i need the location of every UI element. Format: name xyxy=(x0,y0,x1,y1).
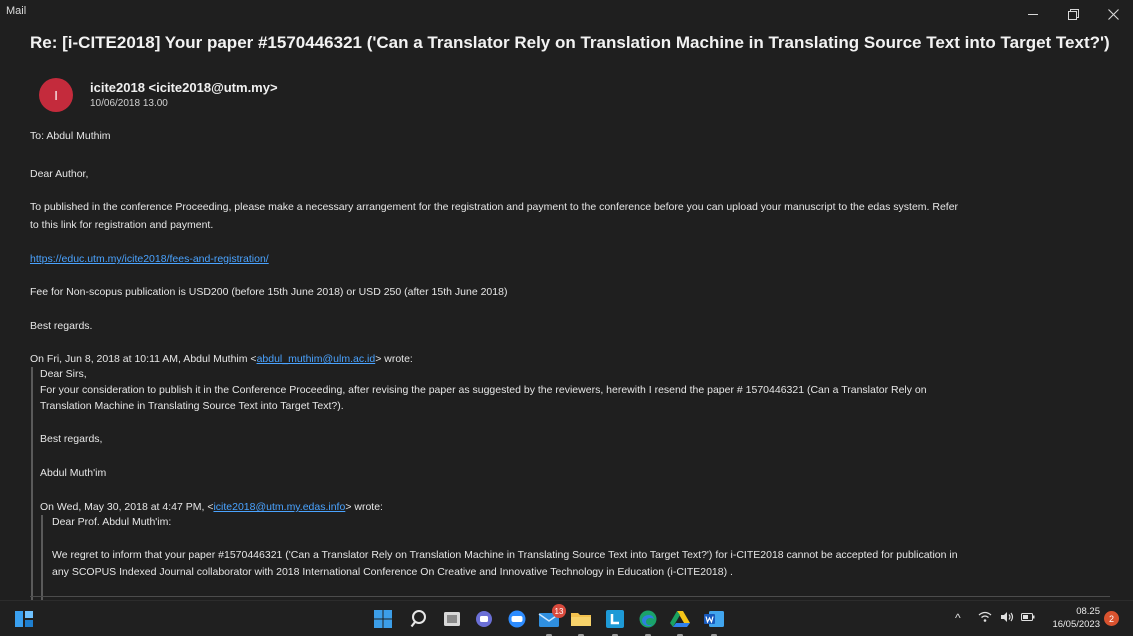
edge-icon xyxy=(639,610,657,628)
word-icon xyxy=(704,611,724,627)
quote-salutation: Dear Sirs, xyxy=(40,368,87,380)
chevron-up-icon[interactable]: ^ xyxy=(955,611,961,625)
restore-button[interactable] xyxy=(1053,0,1093,28)
zoom-button[interactable] xyxy=(505,607,529,631)
closing-line: Best regards. xyxy=(30,320,93,332)
chat-icon xyxy=(476,611,492,627)
battery-icon[interactable] xyxy=(1021,611,1035,626)
task-view-button[interactable] xyxy=(440,607,464,631)
minimize-button[interactable] xyxy=(1013,0,1053,28)
avatar[interactable]: I xyxy=(39,78,73,112)
quote-body-line: We regret to inform that your paper #157… xyxy=(52,549,958,561)
sender-name[interactable]: icite2018 <icite2018@utm.my> xyxy=(90,80,278,95)
word-button[interactable] xyxy=(702,607,726,636)
mail-badge: 13 xyxy=(552,604,566,618)
quote-body-line: Translation Machine in Translating Sourc… xyxy=(40,400,344,412)
restore-icon xyxy=(1067,8,1079,20)
sent-date: 10/06/2018 13.00 xyxy=(90,98,168,109)
start-button[interactable] xyxy=(371,607,395,631)
taskbar: 13 ^ xyxy=(0,600,1133,636)
widgets-button[interactable] xyxy=(12,607,36,631)
l-app-icon xyxy=(606,610,624,628)
quote-header-prefix: On Wed, May 30, 2018 at 4:47 PM, < xyxy=(40,501,214,513)
widgets-icon xyxy=(15,611,33,627)
taskbar-clock[interactable]: 08.25 16/05/2023 xyxy=(1050,605,1100,631)
quote-header: On Wed, May 30, 2018 at 4:47 PM, <icite2… xyxy=(40,501,383,513)
l-app-button[interactable] xyxy=(603,607,627,636)
body-paragraph-line: To published in the conference Proceedin… xyxy=(30,201,959,213)
quote-body-line: For your consideration to publish it in … xyxy=(40,384,927,396)
mail-button[interactable]: 13 xyxy=(537,604,566,636)
notification-badge[interactable]: 2 xyxy=(1104,611,1119,626)
clock-date: 16/05/2023 xyxy=(1052,619,1100,630)
zoom-icon xyxy=(508,610,526,628)
registration-link[interactable]: https://educ.utm.my/icite2018/fees-and-r… xyxy=(30,253,269,265)
quote-header: On Fri, Jun 8, 2018 at 10:11 AM, Abdul M… xyxy=(30,353,413,365)
quote-header-suffix: > wrote: xyxy=(345,501,383,513)
quote-signature: Abdul Muth'im xyxy=(40,467,107,479)
search-icon xyxy=(410,610,426,628)
wifi-icon[interactable] xyxy=(978,611,992,626)
volume-icon[interactable] xyxy=(1000,611,1014,626)
task-view-icon xyxy=(444,612,460,626)
search-button[interactable] xyxy=(408,607,432,631)
greeting: Dear Author, xyxy=(30,168,89,180)
fee-line: Fee for Non-scopus publication is USD200… xyxy=(30,286,508,298)
start-icon xyxy=(374,610,392,628)
content-divider xyxy=(30,596,1110,597)
quote-header-suffix: > wrote: xyxy=(375,353,413,365)
clock-time: 08.25 xyxy=(1076,606,1100,617)
quote-body-line: any SCOPUS Indexed Journal collaborator … xyxy=(52,566,733,578)
quote-bar xyxy=(41,515,43,600)
quote-bar xyxy=(31,367,33,600)
edge-button[interactable] xyxy=(636,607,660,636)
title-bar: Mail xyxy=(0,0,1133,28)
email-subject: Re: [i-CITE2018] Your paper #1570446321 … xyxy=(30,33,1110,52)
quote-salutation: Dear Prof. Abdul Muth'im: xyxy=(52,516,172,528)
file-explorer-icon xyxy=(571,613,591,626)
body-paragraph-line: to this link for registration and paymen… xyxy=(30,219,214,231)
close-icon xyxy=(1107,8,1119,20)
quote-email-link[interactable]: icite2018@utm.my.edas.info xyxy=(213,501,345,513)
close-button[interactable] xyxy=(1093,0,1133,28)
google-drive-button[interactable] xyxy=(668,607,692,636)
recipient-line: To: Abdul Muthim xyxy=(30,130,111,142)
quote-closing: Best regards, xyxy=(40,433,103,445)
quote-header-prefix: On Fri, Jun 8, 2018 at 10:11 AM, Abdul M… xyxy=(30,353,257,365)
chat-button[interactable] xyxy=(472,607,496,631)
google-drive-icon xyxy=(670,611,690,627)
minimize-icon xyxy=(1028,13,1038,15)
file-explorer-button[interactable] xyxy=(569,607,593,636)
app-title: Mail xyxy=(6,5,27,17)
quote-email-link[interactable]: abdul_muthim@ulm.ac.id xyxy=(257,353,376,365)
